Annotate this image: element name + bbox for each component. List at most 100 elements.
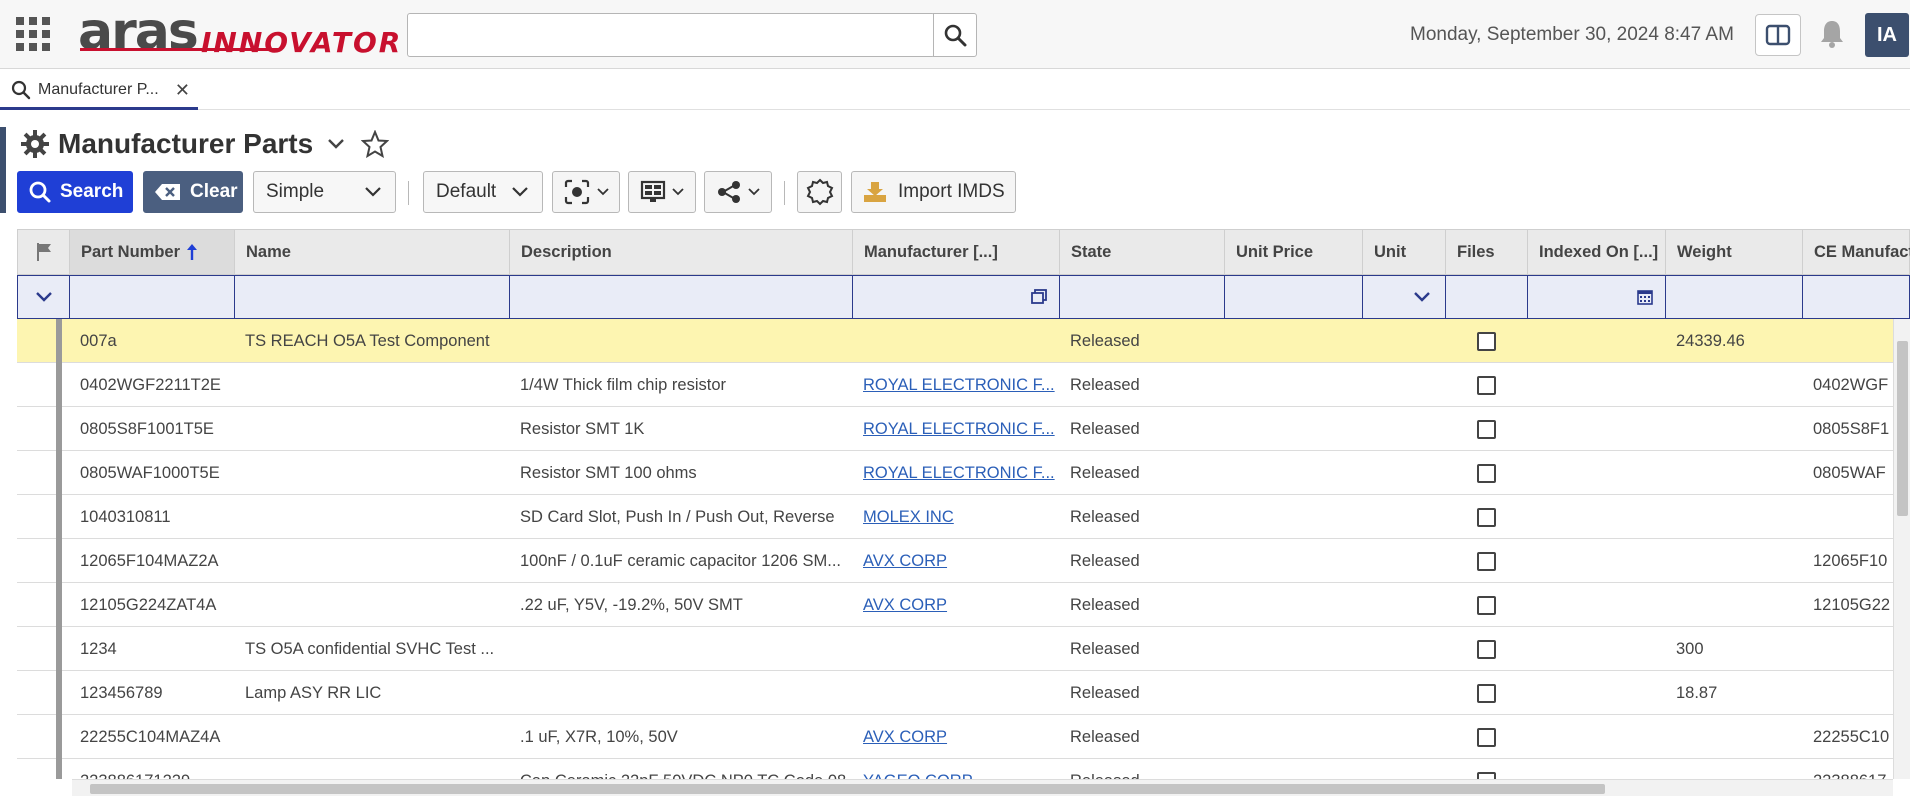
row-selector[interactable] [17,715,62,759]
table-row[interactable]: 12065F104MAZ2A 100nF / 0.1uF ceramic capa… [17,539,1893,583]
flag-column-header[interactable] [18,230,70,274]
unit-cell [1362,583,1445,627]
column-header-state[interactable]: State [1060,230,1225,274]
table-row[interactable]: 0805WAF1000T5E Resistor SMT 100 ohms ROYAL… [17,451,1893,495]
filter-files[interactable] [1446,276,1528,318]
close-icon[interactable]: ✕ [175,80,190,101]
manufacturer-link[interactable]: AVX CORP [852,715,1059,759]
view-mode-dropdown[interactable]: Default [423,171,543,213]
tab-manufacturer-parts[interactable]: Manufacturer P... ✕ [0,72,198,110]
checkbox[interactable] [1476,639,1496,659]
files-checkbox [1445,495,1527,539]
settings-button[interactable] [797,171,842,213]
checkbox[interactable] [1476,507,1496,527]
filter-ce-manufacturer[interactable] [1803,276,1910,318]
chevron-down-icon[interactable] [327,138,345,150]
table-row[interactable]: 1040310811 SD Card Slot, Push In / Push O… [17,495,1893,539]
column-header-unit[interactable]: Unit [1363,230,1446,274]
row-selector[interactable] [17,671,62,715]
share-dropdown-button[interactable] [704,171,772,213]
manufacturer-link[interactable]: YAGEO CORP [852,759,1059,780]
table-row[interactable]: 12105G224ZAT4A .22 uF, Y5V, -19.2%, 50V S… [17,583,1893,627]
table-row[interactable]: 1234 TS O5A confidential SVHC Test ... Rel… [17,627,1893,671]
manufacturer-link[interactable]: ROYAL ELECTRONIC F... [852,407,1059,451]
vertical-scroll-thumb[interactable] [1897,341,1908,516]
search-button[interactable]: Search [17,171,133,213]
row-selector[interactable] [17,759,62,779]
table-row[interactable]: 0805S8F1001T5E Resistor SMT 1K ROYAL ELECT… [17,407,1893,451]
row-selector[interactable] [17,451,62,495]
checkbox[interactable] [1476,595,1496,615]
table-row[interactable]: 223886171229 Cap Ceramic 22pF 50VDC NP0 T… [17,759,1893,779]
user-avatar[interactable]: IA [1865,13,1909,57]
global-search-button[interactable] [933,13,977,57]
toggle-panel-button[interactable] [1755,14,1801,56]
filter-state[interactable] [1060,276,1225,318]
column-header-indexed-on[interactable]: Indexed On [...] [1528,230,1666,274]
checkbox[interactable] [1476,551,1496,571]
row-selector[interactable] [17,363,62,407]
checkbox[interactable] [1476,419,1496,439]
filter-manufacturer[interactable] [853,276,1060,318]
manufacturer-link[interactable]: ROYAL ELECTRONIC F... [852,451,1059,495]
row-selector[interactable] [17,495,62,539]
table-row[interactable]: 007a TS REACH O5A Test Component Released 2… [17,319,1893,363]
filter-part-number[interactable] [70,276,235,318]
row-selector[interactable] [17,319,62,363]
layout-dropdown-button[interactable] [628,171,696,213]
row-selector[interactable] [17,583,62,627]
page-title-row: Manufacturer Parts [20,124,390,164]
column-header-description[interactable]: Description [510,230,853,274]
filter-unit[interactable] [1363,276,1446,318]
row-selector[interactable] [17,539,62,583]
app-launcher-icon[interactable] [16,17,50,51]
current-datetime: Monday, September 30, 2024 8:47 AM [1410,24,1734,45]
column-header-weight[interactable]: Weight [1666,230,1803,274]
calendar-icon[interactable] [1637,289,1653,305]
vertical-scrollbar[interactable] [1893,319,1910,779]
filter-toggle[interactable] [18,276,70,318]
search-mode-dropdown[interactable]: Simple [253,171,396,213]
notification-bell-icon[interactable] [1818,18,1846,50]
filter-name[interactable] [235,276,510,318]
unit-cell [1362,407,1445,451]
column-header-part-number[interactable]: Part Number [70,230,235,274]
aras-innovator-logo[interactable]: aras INNOVATOR [78,2,400,62]
manufacturer-link[interactable]: MOLEX INC [852,495,1059,539]
column-header-ce-manufacturer[interactable]: CE Manufact [1803,230,1910,274]
indexed-on-cell [1527,583,1665,627]
clear-button[interactable]: Clear [143,171,243,213]
column-header-manufacturer[interactable]: Manufacturer [...] [853,230,1060,274]
global-search-input[interactable] [407,13,935,57]
import-imds-button[interactable]: Import IMDS [851,171,1016,213]
filter-description[interactable] [510,276,853,318]
checkbox[interactable] [1476,331,1496,351]
horizontal-scrollbar[interactable] [72,779,1893,796]
column-header-files[interactable]: Files [1446,230,1528,274]
filter-indexed-on[interactable] [1528,276,1666,318]
row-selector[interactable] [17,627,62,671]
item-picker-icon[interactable] [1031,289,1047,305]
manufacturer-link[interactable]: AVX CORP [852,539,1059,583]
row-selector[interactable] [17,407,62,451]
table-row[interactable]: 123456789 Lamp ASY RR LIC Released 18.87 [17,671,1893,715]
logo-primary-text: aras [78,2,199,62]
table-row[interactable]: 0402WGF2211T2E 1/4W Thick film chip resis… [17,363,1893,407]
column-header-name[interactable]: Name [235,230,510,274]
filter-unit-price[interactable] [1225,276,1363,318]
checkbox[interactable] [1476,683,1496,703]
checkbox[interactable] [1476,727,1496,747]
filter-weight[interactable] [1666,276,1803,318]
column-header-unit-price[interactable]: Unit Price [1225,230,1363,274]
table-row[interactable]: 22255C104MAZ4A .1 uF, X7R, 10%, 50V AVX CO… [17,715,1893,759]
horizontal-scroll-thumb[interactable] [90,784,1605,794]
manufacturer-link[interactable]: ROYAL ELECTRONIC F... [852,363,1059,407]
checkbox[interactable] [1476,771,1496,779]
files-checkbox [1445,407,1527,451]
checkbox[interactable] [1476,463,1496,483]
manufacturer-link[interactable]: AVX CORP [852,583,1059,627]
search-button-label: Search [60,181,124,202]
star-icon[interactable] [361,130,390,158]
snapshot-dropdown-button[interactable] [552,171,620,213]
checkbox[interactable] [1476,375,1496,395]
